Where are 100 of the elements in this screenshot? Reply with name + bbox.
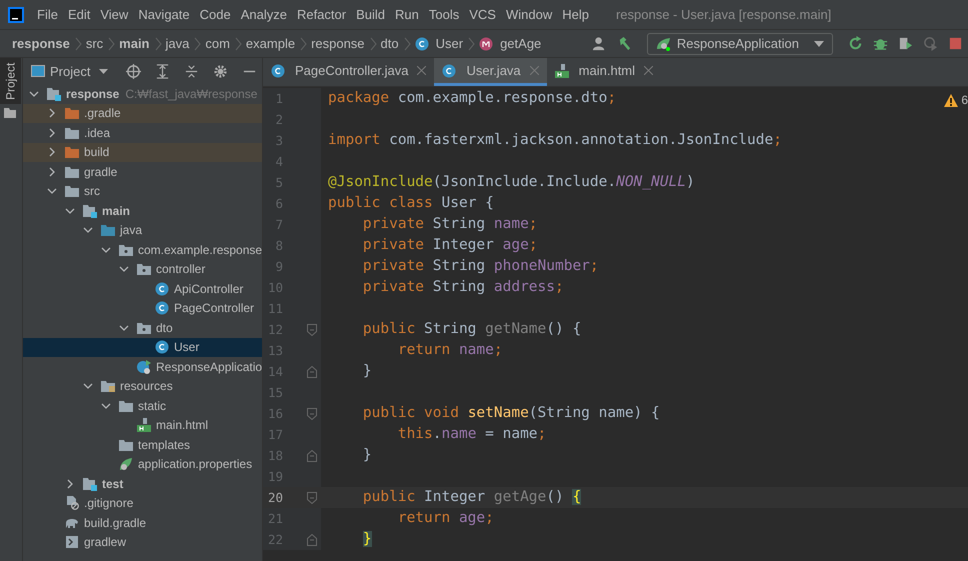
- chevron-right-icon[interactable]: [65, 478, 75, 489]
- tree-item-label: templates: [138, 438, 190, 452]
- tree-item[interactable]: response C:₩fast_java₩response: [23, 84, 262, 104]
- breadcrumb[interactable]: src: [86, 36, 104, 51]
- tree-item[interactable]: ResponseApplicatio: [23, 357, 262, 376]
- menu-item[interactable]: Code: [194, 7, 236, 22]
- tree-item[interactable]: gradle: [23, 162, 262, 182]
- breadcrumb[interactable]: dto: [380, 36, 399, 51]
- chevron-right-icon[interactable]: [47, 166, 57, 177]
- tree-item[interactable]: controller: [23, 260, 262, 279]
- html-file-icon: [554, 64, 569, 78]
- menu-item[interactable]: VCS: [464, 7, 501, 22]
- fold-marker-icon[interactable]: [307, 450, 317, 462]
- collapse-all-icon[interactable]: [184, 64, 199, 78]
- tree-item[interactable]: .idea: [23, 123, 262, 142]
- chevron-down-icon[interactable]: [119, 264, 129, 274]
- menu-item[interactable]: Tools: [424, 7, 464, 22]
- menu-item[interactable]: Window: [500, 7, 558, 22]
- chevron-right-icon[interactable]: [47, 108, 57, 118]
- menu-item[interactable]: View: [95, 7, 134, 22]
- close-icon[interactable]: [644, 66, 654, 75]
- breadcrumb[interactable]: getAge: [479, 36, 542, 51]
- editor-tab[interactable]: main.html: [546, 58, 662, 86]
- path-hint: C:₩fast_java₩response: [125, 86, 258, 101]
- chevron-right-icon[interactable]: [47, 147, 57, 158]
- breadcrumb[interactable]: response: [311, 36, 365, 51]
- menu-item[interactable]: Run: [390, 7, 424, 22]
- chevron-down-icon[interactable]: [101, 400, 111, 411]
- tree-item[interactable]: ApiController: [23, 279, 262, 298]
- tree-item[interactable]: PageController: [23, 298, 262, 318]
- tree-item[interactable]: main: [23, 201, 262, 220]
- tree-item[interactable]: dto: [23, 318, 262, 338]
- chevron-down-icon[interactable]: [101, 244, 111, 255]
- project-tool-tab[interactable]: Project: [0, 58, 21, 104]
- run-configuration-dropdown[interactable]: ResponseApplication: [646, 32, 833, 54]
- tree-item[interactable]: gradlew: [23, 532, 262, 552]
- chevron-down-icon[interactable]: [65, 206, 75, 216]
- breadcrumb[interactable]: response: [12, 36, 70, 51]
- warning-icon[interactable]: [944, 94, 958, 106]
- tree-item[interactable]: application.properties: [23, 454, 262, 474]
- chevron-right-icon[interactable]: [47, 128, 57, 138]
- menu-item[interactable]: Analyze: [236, 7, 292, 22]
- menu-item[interactable]: File: [32, 7, 63, 22]
- menu-item[interactable]: Help: [557, 7, 594, 22]
- ignore-file-icon: [65, 496, 79, 510]
- tree-item[interactable]: build.gradle: [23, 513, 262, 532]
- coverage-icon[interactable]: [898, 36, 913, 51]
- fold-marker-icon[interactable]: [307, 366, 317, 378]
- chevron-down-icon[interactable]: [29, 88, 39, 99]
- tree-item[interactable]: test: [23, 474, 262, 494]
- fold-marker-icon[interactable]: [307, 408, 317, 420]
- resources-folder-icon: [101, 379, 115, 394]
- spring-class-icon: [137, 360, 151, 374]
- menu-item[interactable]: Refactor: [292, 7, 352, 22]
- fold-marker-icon[interactable]: [307, 492, 317, 504]
- fold-marker-icon[interactable]: [307, 534, 317, 546]
- tree-item[interactable]: templates: [23, 435, 262, 454]
- tree-item[interactable]: main.html: [23, 416, 262, 435]
- tree-item-label: build: [84, 145, 110, 160]
- editor-tab[interactable]: PageController.java: [263, 58, 434, 86]
- tree-item[interactable]: build: [23, 142, 262, 162]
- chevron-down-icon[interactable]: [83, 225, 93, 236]
- menu-item[interactable]: Navigate: [133, 7, 195, 22]
- class-icon: [442, 64, 456, 78]
- tree-item-label: com.example.response: [138, 242, 262, 257]
- breadcrumb[interactable]: java: [166, 36, 190, 51]
- tree-item[interactable]: .gitignore: [23, 494, 262, 513]
- code-line: }: [362, 362, 372, 381]
- tree-item[interactable]: User: [23, 338, 262, 357]
- close-icon[interactable]: [417, 66, 426, 75]
- tree-item-label: test: [102, 476, 124, 491]
- chevron-separator-icon: [154, 36, 162, 52]
- stop-icon[interactable]: [948, 36, 963, 51]
- expand-all-icon[interactable]: [155, 64, 170, 78]
- tree-item[interactable]: resources: [23, 376, 262, 396]
- tree-item[interactable]: static: [23, 396, 262, 416]
- chevron-down-icon[interactable]: [47, 186, 57, 196]
- tree-item[interactable]: .gradle: [23, 104, 262, 123]
- settings-icon[interactable]: [213, 64, 228, 78]
- window-icon: [31, 65, 45, 77]
- project-view-dropdown[interactable]: Project: [31, 64, 108, 78]
- chevron-down-icon[interactable]: [83, 381, 93, 392]
- editor-tab[interactable]: User.java: [434, 58, 547, 86]
- breadcrumb[interactable]: main: [119, 36, 150, 51]
- breadcrumb[interactable]: example: [246, 36, 296, 51]
- locate-icon[interactable]: [126, 64, 141, 78]
- breadcrumb[interactable]: User: [414, 36, 464, 51]
- menu-item[interactable]: Build: [351, 7, 390, 22]
- breadcrumb[interactable]: com: [205, 36, 230, 51]
- code-line: @JsonInclude(JsonInclude.Include.NON_NULL): [328, 173, 695, 192]
- menu-item[interactable]: Edit: [62, 7, 96, 22]
- tree-item[interactable]: java: [23, 220, 262, 240]
- tree-item[interactable]: src: [23, 182, 262, 201]
- chevron-down-icon[interactable]: [119, 322, 129, 333]
- user-icon[interactable]: [592, 36, 607, 51]
- code-line: private String phoneNumber;: [362, 257, 599, 276]
- chevron-separator-icon: [402, 36, 411, 52]
- rerun-icon[interactable]: [848, 36, 863, 51]
- fold-marker-icon[interactable]: [307, 324, 317, 336]
- tree-item[interactable]: com.example.response: [23, 240, 262, 260]
